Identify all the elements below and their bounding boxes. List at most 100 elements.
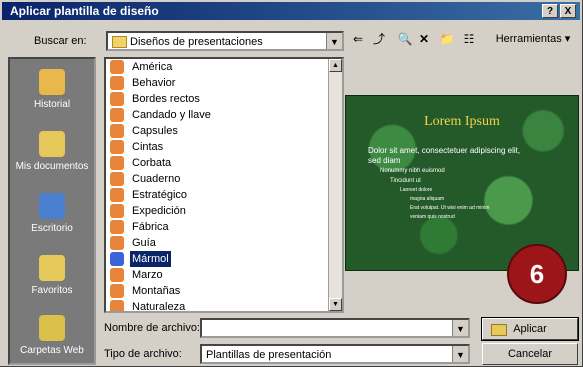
list-item[interactable]: Cuaderno bbox=[110, 171, 310, 187]
list-item[interactable]: Behavior bbox=[110, 75, 310, 91]
list-item[interactable]: Corbata bbox=[110, 155, 310, 171]
lookin-combo[interactable]: Diseños de presentaciones ▼ bbox=[106, 31, 344, 51]
template-file-icon bbox=[110, 60, 124, 74]
preview-text: Tincidunt ut bbox=[390, 178, 421, 184]
file-name: Corbata bbox=[132, 157, 172, 169]
template-file-icon bbox=[110, 124, 124, 138]
file-name: Guía bbox=[132, 237, 156, 249]
close-button[interactable]: X bbox=[560, 4, 576, 18]
chevron-down-icon[interactable]: ▼ bbox=[452, 320, 468, 336]
place-historial[interactable]: Historial bbox=[10, 69, 94, 110]
scroll-up-icon[interactable]: ▲ bbox=[329, 59, 342, 72]
preview-text: sed diam bbox=[368, 156, 401, 165]
file-name: Montañas bbox=[132, 285, 181, 297]
place-label: Escritorio bbox=[31, 223, 73, 234]
step-number-badge: 6 bbox=[507, 244, 567, 304]
file-name: Cintas bbox=[132, 141, 164, 153]
place-label: Favoritos bbox=[31, 285, 73, 296]
template-file-icon bbox=[110, 268, 124, 282]
apply-design-template-dialog: Aplicar plantilla de diseño ? X Buscar e… bbox=[0, 0, 583, 367]
template-file-icon bbox=[110, 188, 124, 202]
template-file-icon bbox=[110, 252, 124, 266]
list-item[interactable]: Bordes rectos bbox=[110, 91, 310, 107]
web-folder-icon bbox=[39, 315, 65, 341]
favorites-folder-icon bbox=[39, 255, 65, 281]
delete-icon[interactable]: ✕ bbox=[416, 30, 432, 48]
file-name: Capsules bbox=[132, 125, 178, 137]
template-file-icon bbox=[110, 156, 124, 170]
chevron-down-icon[interactable]: ▼ bbox=[452, 346, 468, 362]
list-item[interactable]: Montañas bbox=[110, 283, 310, 299]
file-list[interactable]: América Behavior Bordes rectos Candado y… bbox=[104, 57, 344, 313]
views-icon[interactable]: ☷ bbox=[460, 30, 478, 48]
preview-text: Dolor sit amet, consectetuer adipiscing … bbox=[368, 146, 521, 155]
file-name: América bbox=[132, 61, 173, 73]
preview-text: Erat volutpat. Ut wisi enim ad minim bbox=[410, 205, 490, 211]
list-item[interactable]: Guía bbox=[110, 235, 310, 251]
list-item[interactable]: Cintas bbox=[110, 139, 310, 155]
history-icon bbox=[39, 69, 65, 95]
file-name: Cuaderno bbox=[132, 173, 181, 185]
template-file-icon bbox=[110, 220, 124, 234]
place-favoritos[interactable]: Favoritos bbox=[10, 255, 94, 296]
title-bar: Aplicar plantilla de diseño ? X bbox=[2, 2, 580, 20]
file-name: Marzo bbox=[132, 269, 163, 281]
file-name: Behavior bbox=[132, 77, 176, 89]
template-file-icon bbox=[110, 284, 124, 298]
filetype-value: Plantillas de presentación bbox=[206, 349, 332, 361]
chevron-down-icon[interactable]: ▼ bbox=[326, 33, 342, 49]
place-mis-documentos[interactable]: Mis documentos bbox=[10, 131, 94, 172]
preview-title: Lorem Ipsum bbox=[424, 114, 500, 129]
place-label: Historial bbox=[33, 99, 71, 110]
list-item-selected[interactable]: Mármol bbox=[110, 251, 310, 267]
list-item[interactable]: Estratégico bbox=[110, 187, 310, 203]
new-folder-icon[interactable]: 📁 bbox=[438, 30, 456, 48]
list-item[interactable]: América bbox=[110, 59, 310, 75]
file-name: Fábrica bbox=[132, 221, 169, 233]
place-carpetas-web[interactable]: Carpetas Web bbox=[10, 315, 94, 356]
template-file-icon bbox=[110, 140, 124, 154]
filename-field[interactable]: ▼ bbox=[200, 318, 470, 338]
file-name: Mármol bbox=[130, 251, 171, 267]
file-name: Candado y llave bbox=[132, 109, 211, 121]
filetype-select[interactable]: Plantillas de presentación ▼ bbox=[200, 344, 470, 364]
list-item[interactable]: Marzo bbox=[110, 267, 310, 283]
file-list-scrollbar[interactable]: ▲ ▼ bbox=[328, 59, 342, 311]
place-label: Mis documentos bbox=[15, 161, 89, 172]
template-file-icon bbox=[110, 300, 124, 311]
tools-menu[interactable]: Herramientas ▾ bbox=[490, 30, 576, 48]
folder-icon bbox=[112, 36, 127, 48]
file-name: Bordes rectos bbox=[132, 93, 200, 105]
apply-button[interactable]: Aplicar bbox=[481, 317, 579, 341]
back-icon[interactable]: ⇐ bbox=[350, 30, 366, 48]
preview-text: Laoreet dolore bbox=[400, 187, 433, 193]
place-escritorio[interactable]: Escritorio bbox=[10, 193, 94, 234]
apply-label: Aplicar bbox=[513, 323, 547, 335]
list-item[interactable]: Capsules bbox=[110, 123, 310, 139]
documents-folder-icon bbox=[39, 131, 65, 157]
file-name: Naturaleza bbox=[132, 301, 186, 313]
preview-text: Nonummy nibh euismod bbox=[380, 168, 445, 174]
list-item[interactable]: Fábrica bbox=[110, 219, 310, 235]
list-item[interactable]: Candado y llave bbox=[110, 107, 310, 123]
scroll-down-icon[interactable]: ▼ bbox=[329, 298, 342, 311]
desktop-icon bbox=[39, 193, 65, 219]
template-file-icon bbox=[110, 76, 124, 90]
template-file-icon bbox=[110, 236, 124, 250]
dialog-title: Aplicar plantilla de diseño bbox=[10, 4, 159, 18]
template-file-icon bbox=[110, 204, 124, 218]
filename-label: Nombre de archivo: bbox=[104, 322, 200, 334]
lookin-value: Diseños de presentaciones bbox=[130, 36, 263, 48]
preview-text: veniam quis nostrud bbox=[410, 214, 455, 220]
template-file-icon bbox=[110, 108, 124, 122]
template-file-icon bbox=[110, 172, 124, 186]
help-button[interactable]: ? bbox=[542, 4, 558, 18]
cancel-button[interactable]: Cancelar bbox=[482, 343, 578, 365]
file-name: Expedición bbox=[132, 205, 186, 217]
search-web-icon[interactable]: 🔍 bbox=[396, 30, 414, 48]
folder-open-icon bbox=[491, 324, 507, 336]
filetype-label: Tipo de archivo: bbox=[104, 348, 182, 360]
list-item[interactable]: Naturaleza bbox=[110, 299, 310, 313]
list-item[interactable]: Expedición bbox=[110, 203, 310, 219]
up-folder-icon[interactable]: ⤴ bbox=[370, 30, 388, 48]
